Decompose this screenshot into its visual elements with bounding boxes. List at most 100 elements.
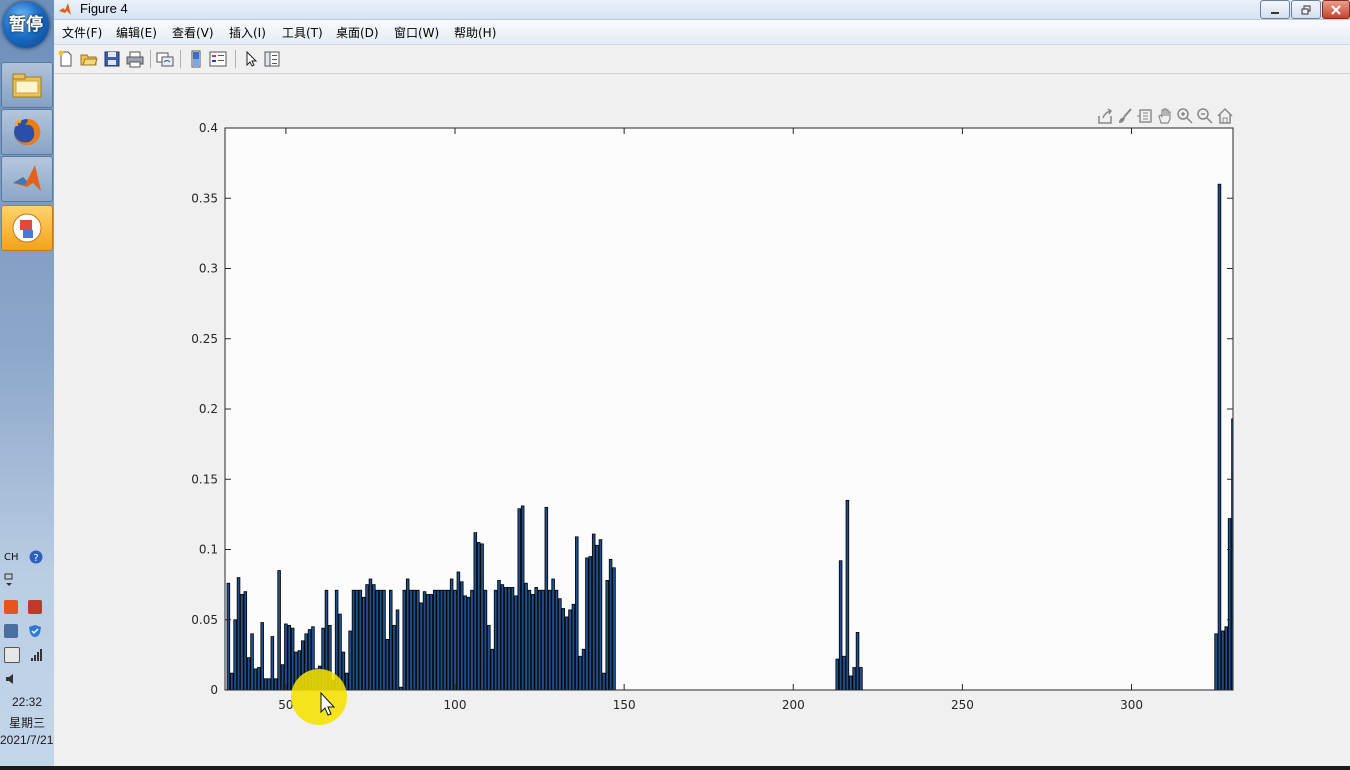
chart-bar — [372, 584, 376, 691]
matlab-icon — [13, 165, 41, 191]
menu-edit[interactable]: 编辑(E) — [116, 24, 157, 41]
taskbar-app-firefox[interactable] — [1, 109, 53, 155]
chart-bar — [510, 587, 515, 691]
tray-recorder-icon[interactable] — [28, 600, 42, 614]
chart-bar — [432, 589, 437, 691]
title-bar[interactable]: Figure 4 — [54, 0, 1350, 20]
shield-icon[interactable] — [28, 624, 42, 638]
chart-bar — [838, 560, 843, 691]
chart-bar — [558, 598, 562, 691]
legend-icon[interactable] — [209, 50, 227, 68]
ime-options-icon[interactable] — [4, 573, 14, 587]
chart-bar — [483, 589, 488, 691]
recorder-icon — [12, 213, 42, 243]
chart-bar — [855, 631, 860, 691]
colorbar-icon[interactable] — [187, 50, 205, 68]
chart-bar — [517, 508, 522, 691]
new-figure-icon[interactable] — [57, 50, 75, 68]
y-tick-label: 0.1 — [199, 543, 218, 557]
chart-bar — [534, 587, 538, 691]
chart-bar — [605, 580, 609, 691]
chart-bar — [852, 667, 856, 691]
chart-bar — [351, 589, 356, 691]
chart-bar — [348, 630, 352, 691]
chart-bar — [243, 591, 248, 691]
chart-bar — [453, 589, 457, 691]
chart-bar — [233, 619, 237, 691]
clock-time[interactable]: 22:32 — [0, 695, 54, 709]
y-tick-label: 0.25 — [191, 332, 218, 346]
taskbar-app-matlab[interactable] — [1, 156, 53, 202]
chart-bar — [490, 648, 494, 691]
chart-bar — [466, 596, 471, 691]
chart-bar — [849, 675, 853, 691]
chart-bar — [409, 589, 413, 691]
chart-bar — [240, 594, 244, 691]
chart-bar — [345, 672, 349, 691]
chart-bar — [365, 584, 369, 691]
toolbar-separator — [150, 50, 151, 68]
taskbar-app-file-explorer[interactable] — [1, 62, 53, 108]
chart-bar — [412, 589, 417, 691]
chart-bar — [1221, 630, 1225, 691]
print-icon[interactable] — [126, 50, 144, 68]
chart-bar — [476, 542, 481, 691]
menu-insert[interactable]: 插入(I) — [229, 24, 266, 41]
menu-help[interactable]: 帮助(H) — [454, 24, 496, 41]
menu-desktop[interactable]: 桌面(D) — [336, 24, 379, 41]
chart-bar — [273, 678, 278, 691]
pointer-icon[interactable] — [242, 50, 260, 68]
minimize-button[interactable] — [1260, 0, 1290, 19]
y-tick-label: 0.15 — [191, 472, 218, 486]
menu-file[interactable]: 文件(F) — [62, 24, 102, 41]
chart-bar — [230, 672, 234, 691]
chart-bar — [358, 589, 363, 691]
menu-tools[interactable]: 工具(T) — [282, 24, 323, 41]
chart-bar — [585, 557, 589, 691]
chart-bar — [253, 668, 258, 691]
chart-bar — [1214, 633, 1218, 691]
y-tick-label: 0.2 — [199, 402, 218, 416]
chart-bar — [290, 627, 295, 691]
chart-bar — [287, 624, 292, 691]
chart-bar — [507, 587, 511, 691]
network-icon[interactable] — [4, 624, 18, 638]
chart-bar — [470, 589, 474, 691]
chart-bar — [246, 657, 251, 691]
figure-canvas[interactable]: 0 0.05 0.1 0.15 0.2 0.25 0.3 0.35 0.4 50 100 150 200… — [54, 74, 1350, 766]
volume-icon[interactable] — [4, 672, 18, 686]
help-icon[interactable]: ? — [29, 550, 43, 564]
firefox-icon — [14, 118, 41, 145]
chart-bar — [480, 543, 484, 691]
chart-bar — [388, 589, 393, 691]
chart-bar — [1227, 518, 1232, 691]
chart-bar — [392, 624, 396, 691]
chart-bar — [405, 578, 410, 691]
start-label: 暂停 — [9, 15, 43, 35]
save-icon[interactable] — [103, 50, 121, 68]
property-inspector-icon[interactable] — [263, 50, 281, 68]
window-title: Figure 4 — [80, 1, 128, 16]
chart-bar — [385, 639, 390, 691]
language-indicator[interactable]: CH — [4, 552, 19, 563]
chart-bar — [612, 567, 616, 691]
toolbar-separator — [235, 50, 236, 68]
tray-app-icon[interactable] — [4, 600, 18, 614]
close-button[interactable] — [1322, 0, 1350, 19]
open-icon[interactable] — [80, 50, 98, 68]
chart-bar — [564, 616, 569, 691]
power-icon[interactable] — [4, 647, 20, 663]
chart-bar — [449, 578, 454, 691]
restore-button[interactable] — [1291, 0, 1321, 19]
chart-bar — [456, 571, 461, 691]
signal-icon[interactable] — [30, 648, 44, 662]
link-plot-icon[interactable] — [156, 50, 174, 68]
chart-bar — [835, 658, 839, 691]
start-button[interactable]: 暂停 — [3, 2, 49, 48]
chart-bar — [571, 603, 576, 691]
menu-view[interactable]: 查看(V) — [172, 24, 214, 41]
menu-window[interactable]: 窗口(W) — [394, 24, 439, 41]
x-tick-label: 200 — [782, 698, 805, 712]
chart-bar — [277, 570, 281, 691]
taskbar-app-recorder[interactable] — [1, 205, 53, 251]
